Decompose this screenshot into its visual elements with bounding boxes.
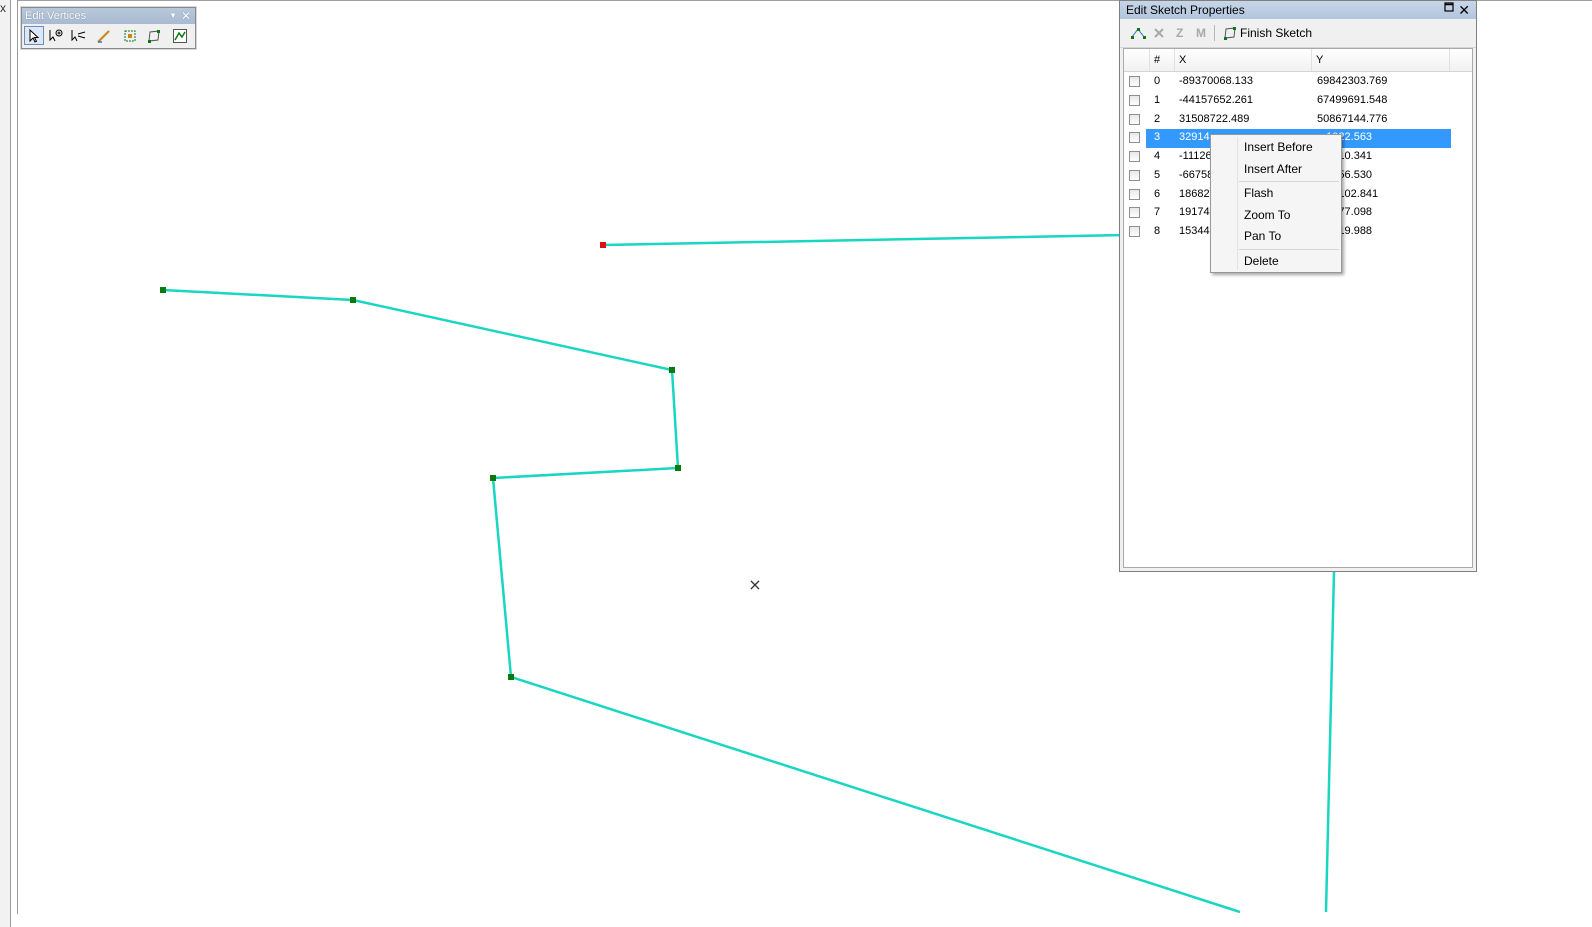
delete-icon bbox=[1154, 28, 1164, 38]
reshape-edge-icon bbox=[124, 30, 136, 41]
sketch-vertex[interactable] bbox=[669, 367, 675, 373]
checkbox-column-header bbox=[1124, 49, 1150, 71]
finish-sketch-button[interactable]: Finish Sketch bbox=[1222, 25, 1312, 41]
vertex-index: 5 bbox=[1154, 168, 1161, 181]
reshape-edge-button[interactable] bbox=[120, 26, 140, 45]
menu-separator bbox=[1239, 249, 1339, 250]
modify-sketch-vertices-icon bbox=[29, 28, 40, 43]
add-vertex-button[interactable] bbox=[46, 26, 66, 45]
add-vertex-icon bbox=[49, 29, 63, 41]
generalize-button[interactable] bbox=[170, 26, 190, 45]
x-value: -89370068.133 bbox=[1179, 75, 1254, 87]
select-vertices-button[interactable] bbox=[1130, 25, 1146, 41]
y-value: 50867144.776 bbox=[1317, 112, 1388, 125]
delete-menu-item[interactable]: Delete bbox=[1244, 254, 1279, 268]
delete-vertex-button[interactable] bbox=[68, 26, 88, 45]
close-icon[interactable]: ✕ bbox=[181, 8, 191, 24]
toolbar-titlebar[interactable]: Edit Vertices ▼ ✕ bbox=[22, 8, 195, 24]
row-checkbox[interactable] bbox=[1129, 151, 1140, 162]
vertex-index: 1 bbox=[1154, 93, 1161, 106]
index-column-header[interactable]: # bbox=[1150, 49, 1175, 71]
vertex-index: 6 bbox=[1154, 187, 1161, 200]
vertex-grid: # X Y 0 -89370068.133 69842303.769 1 -441576… bbox=[1123, 48, 1473, 568]
toolbar-separator bbox=[1214, 25, 1215, 41]
row-checkbox[interactable] bbox=[1129, 226, 1140, 237]
row-checkbox[interactable] bbox=[1129, 188, 1140, 200]
sketch-vertex[interactable] bbox=[508, 674, 514, 680]
vertex-index: 4 bbox=[1154, 150, 1161, 162]
sketch-vertex[interactable] bbox=[160, 287, 166, 293]
flash-menu-item[interactable]: Flash bbox=[1244, 186, 1273, 200]
vertex-index: 3 bbox=[1154, 131, 1161, 144]
sketch-polyline-upper[interactable] bbox=[602, 233, 1126, 247]
delete-vertex-button[interactable] bbox=[1152, 25, 1166, 41]
row-checkbox[interactable] bbox=[1129, 169, 1140, 181]
pan-to-menu-item[interactable]: Pan To bbox=[1244, 229, 1281, 243]
x-value: -11126 bbox=[1179, 150, 1212, 162]
sketch-properties-icon bbox=[148, 29, 160, 43]
insert-after-menu-item[interactable]: Insert After bbox=[1244, 162, 1302, 176]
map-cursor-icon: × bbox=[748, 575, 761, 594]
x-value: 32914 bbox=[1179, 131, 1210, 144]
x-value: -66758 bbox=[1179, 168, 1214, 181]
modify-sketch-vertices-button[interactable] bbox=[24, 26, 44, 45]
sketch-vertex[interactable] bbox=[675, 465, 681, 471]
context-menu: Insert Before Insert After Flash Zoom To… bbox=[1210, 134, 1342, 273]
y-value: 69842303.769 bbox=[1317, 75, 1388, 87]
delete-vertex-icon bbox=[71, 29, 86, 41]
maximize-icon[interactable] bbox=[1444, 2, 1454, 12]
window-titlebar[interactable]: Edit Sketch Properties ✕ bbox=[1120, 1, 1476, 19]
toolbar-title: Edit Vertices bbox=[25, 10, 87, 22]
zoom-to-menu-item[interactable]: Zoom To bbox=[1244, 208, 1290, 222]
table-row[interactable]: 1 -44157652.261 67499691.548 bbox=[1124, 92, 1472, 111]
table-row[interactable]: 2 31508722.489 50867144.776 bbox=[1124, 111, 1472, 130]
dropdown-arrow-icon[interactable]: ▼ bbox=[169, 8, 177, 24]
row-checkbox[interactable] bbox=[1129, 132, 1140, 144]
vertex-index: 7 bbox=[1154, 206, 1161, 219]
close-icon[interactable]: ✕ bbox=[1458, 1, 1470, 19]
vertex-index: 2 bbox=[1154, 112, 1161, 125]
select-vertices-icon bbox=[1131, 28, 1146, 39]
continue-feature-button[interactable] bbox=[94, 26, 114, 45]
vertex-index: 8 bbox=[1154, 225, 1161, 237]
y-column-header[interactable]: Y bbox=[1312, 49, 1450, 71]
m-values-button[interactable]: M bbox=[1196, 25, 1206, 41]
sketch-polyline-right[interactable] bbox=[1324, 571, 1336, 913]
menu-separator bbox=[1239, 181, 1339, 182]
sketch-vertex[interactable] bbox=[350, 297, 356, 303]
finish-sketch-label: Finish Sketch bbox=[1240, 26, 1313, 40]
sketch-polyline[interactable] bbox=[162, 288, 1241, 914]
selected-vertex[interactable] bbox=[600, 242, 606, 248]
z-values-button[interactable]: Z bbox=[1176, 25, 1183, 41]
sketch-vertex[interactable] bbox=[490, 475, 496, 481]
x-column-header[interactable]: X bbox=[1175, 49, 1312, 71]
vertex-index: 0 bbox=[1154, 75, 1161, 87]
sketch-properties-toolbar: Z M Finish Sketch bbox=[1120, 19, 1476, 48]
row-checkbox[interactable] bbox=[1129, 94, 1140, 106]
y-value: 67499691.548 bbox=[1317, 93, 1388, 106]
edit-sketch-properties-window: Edit Sketch Properties ✕ Z M Finish Sket… bbox=[1119, 0, 1477, 572]
edit-vertices-toolbar: Edit Vertices ▼ ✕ bbox=[21, 7, 196, 49]
x-value: 31508722.489 bbox=[1179, 112, 1250, 125]
grid-header: # X Y bbox=[1124, 49, 1472, 72]
table-row[interactable]: 0 -89370068.133 69842303.769 bbox=[1124, 73, 1472, 92]
finish-sketch-icon bbox=[1224, 27, 1236, 40]
row-checkbox[interactable] bbox=[1129, 76, 1140, 87]
continue-feature-icon bbox=[97, 29, 110, 43]
row-checkbox[interactable] bbox=[1129, 207, 1140, 219]
window-title: Edit Sketch Properties bbox=[1126, 3, 1245, 17]
generalize-icon bbox=[173, 28, 187, 43]
x-value: -44157652.261 bbox=[1179, 93, 1254, 106]
row-checkbox[interactable] bbox=[1129, 113, 1140, 125]
insert-before-menu-item[interactable]: Insert Before bbox=[1244, 140, 1313, 154]
sketch-properties-button[interactable] bbox=[144, 26, 164, 45]
